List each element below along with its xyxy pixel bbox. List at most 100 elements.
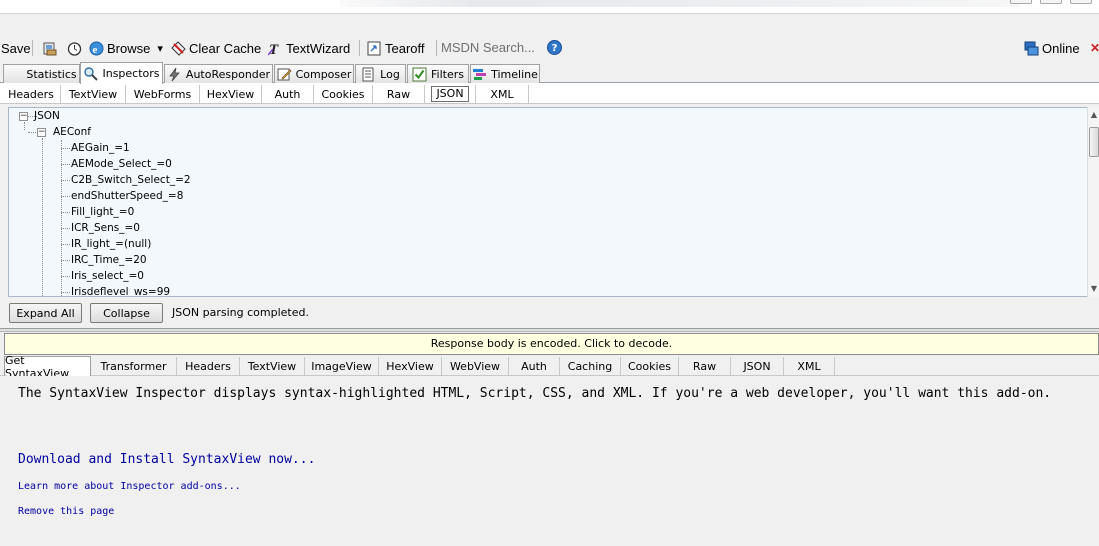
learn-more-link[interactable]: Learn more about Inspector add-ons...	[18, 481, 241, 492]
timer-button[interactable]	[67, 36, 82, 60]
address-text-blur	[340, 0, 1020, 7]
tab-response-caching[interactable]: Caching	[560, 357, 621, 375]
tab-request-textview[interactable]: TextView	[61, 85, 126, 103]
tree-leaf[interactable]: C2B_Switch_Select_=2	[71, 172, 191, 188]
syntaxview-description: The SyntaxView Inspector displays syntax…	[18, 386, 1052, 401]
main-tabbar: Statistics Inspectors AutoResponder Comp…	[0, 62, 1099, 84]
browser-globe-icon: e	[89, 41, 104, 56]
tab-request-auth[interactable]: Auth	[262, 85, 314, 103]
composer-icon	[277, 67, 292, 82]
tab-inspectors[interactable]: Inspectors	[80, 62, 163, 84]
toolbar-separator	[359, 36, 360, 60]
tree-node-aeconf[interactable]: AEConf	[53, 124, 91, 140]
tab-response-json[interactable]: JSON	[731, 357, 784, 375]
tab-statistics-label: Statistics	[26, 67, 77, 81]
network-online-icon	[1024, 41, 1039, 56]
tab-timeline[interactable]: Timeline	[470, 64, 540, 83]
syntaxview-pane: The SyntaxView Inspector displays syntax…	[4, 376, 1099, 546]
online-label: Online	[1042, 40, 1080, 56]
json-status-text: JSON parsing completed.	[172, 306, 309, 319]
request-inspector-tabbar: Headers TextView WebForms HexView Auth C…	[0, 83, 1099, 104]
tab-response-raw[interactable]: Raw	[679, 357, 731, 375]
tab-response-imageview[interactable]: ImageView	[305, 357, 379, 375]
tab-request-json[interactable]: JSON	[425, 85, 476, 103]
camera-icon	[43, 41, 58, 56]
tab-request-raw[interactable]: Raw	[373, 85, 425, 103]
tab-autoresponder-label: AutoResponder	[185, 67, 271, 81]
save-button[interactable]: Save	[1, 36, 31, 60]
help-icon[interactable]: ?	[547, 40, 562, 55]
tab-request-webforms[interactable]: WebForms	[126, 85, 200, 103]
tree-leaf[interactable]: endShutterSpeed_=8	[71, 188, 183, 204]
tab-request-xml[interactable]: XML	[476, 85, 529, 103]
tab-response-cookies[interactable]: Cookies	[621, 357, 679, 375]
tree-leaf[interactable]: IRC_Time_=20	[71, 252, 147, 268]
online-status[interactable]: Online	[1024, 36, 1080, 60]
decode-banner[interactable]: Response body is encoded. Click to decod…	[4, 333, 1099, 355]
log-icon	[361, 67, 376, 82]
tab-response-xml[interactable]: XML	[784, 357, 835, 375]
tree-node-root[interactable]: JSON	[34, 108, 60, 124]
toolbar: Save e Browse ▾ Clear Cache T TextWizard	[0, 36, 1099, 60]
pane-splitter[interactable]	[0, 328, 1099, 332]
tab-request-headers[interactable]: Headers	[2, 85, 61, 103]
browse-dropdown-icon[interactable]: ▾	[157, 42, 163, 55]
tab-response-headers[interactable]: Headers	[177, 357, 240, 375]
tab-inspectors-label: Inspectors	[102, 67, 160, 80]
svg-text:e: e	[93, 44, 98, 56]
tab-composer[interactable]: Composer	[274, 64, 354, 83]
scroll-down-icon[interactable]: ▼	[1089, 283, 1099, 295]
collapse-button[interactable]: Collapse	[90, 303, 163, 323]
tab-log[interactable]: Log	[355, 64, 406, 83]
msdn-search-input[interactable]: MSDN Search...	[441, 38, 541, 58]
textwizard-label: TextWizard	[286, 40, 351, 56]
tab-response-textview[interactable]: TextView	[240, 357, 305, 375]
tab-response-auth[interactable]: Auth	[509, 357, 560, 375]
tab-response-hexview[interactable]: HexView	[379, 357, 442, 375]
expand-toggle-json[interactable]: −	[19, 112, 28, 121]
maximize-button[interactable]	[1040, 0, 1062, 4]
clear-cache-icon	[171, 40, 186, 56]
tree-leaf[interactable]: ICR_Sens_=0	[71, 220, 140, 236]
textwizard-button[interactable]: T TextWizard	[267, 36, 351, 60]
json-tree[interactable]: − JSON − AEConf AEGain_=1 AEMode_Select_…	[8, 107, 1088, 297]
tab-response-get-syntaxview[interactable]: Get SyntaxView	[4, 354, 91, 380]
minimize-button[interactable]	[1010, 0, 1032, 4]
tree-leaf[interactable]: Fill_light_=0	[71, 204, 134, 220]
camera-button[interactable]	[43, 36, 58, 60]
tab-autoresponder[interactable]: AutoResponder	[164, 64, 273, 83]
tab-statistics[interactable]: Statistics	[3, 64, 80, 83]
expand-toggle-aeconf[interactable]: −	[37, 128, 46, 137]
scroll-thumb[interactable]	[1089, 127, 1099, 157]
lightning-icon	[167, 67, 182, 82]
tree-leaf[interactable]: AEGain_=1	[71, 140, 130, 156]
clear-cache-button[interactable]: Clear Cache	[171, 36, 261, 60]
close-icon[interactable]: ✕	[1090, 36, 1099, 60]
tree-scrollbar[interactable]: ▲ ▼	[1087, 107, 1099, 297]
tab-filters[interactable]: Filters	[407, 64, 469, 83]
tab-response-transformer[interactable]: Transformer	[91, 357, 177, 375]
tree-leaf[interactable]: AEMode_Select_=0	[71, 156, 172, 172]
title-strip	[0, 0, 1099, 14]
browse-button[interactable]: e Browse ▾	[89, 36, 163, 60]
remove-page-link[interactable]: Remove this page	[18, 506, 114, 517]
expand-all-button[interactable]: Expand All	[9, 303, 82, 323]
tab-request-cookies[interactable]: Cookies	[314, 85, 373, 103]
tree-leaf[interactable]: Iris_select_=0	[71, 268, 144, 284]
tab-response-webview[interactable]: WebView	[442, 357, 509, 375]
scroll-up-icon[interactable]: ▲	[1089, 109, 1099, 121]
checkbox-icon	[412, 67, 427, 82]
toolbar-separator	[32, 36, 33, 60]
tab-request-hexview[interactable]: HexView	[200, 85, 262, 103]
window-close-button[interactable]	[1070, 0, 1092, 4]
toolbar-separator	[436, 36, 437, 60]
tree-leaf[interactable]: Irisdeflevel_ws=99	[71, 284, 170, 296]
svg-text:T: T	[269, 42, 279, 56]
download-syntaxview-link[interactable]: Download and Install SyntaxView now...	[18, 452, 315, 467]
clear-cache-label: Clear Cache	[189, 40, 262, 56]
tab-timeline-label: Timeline	[491, 67, 538, 81]
tree-leaf[interactable]: IR_light_=(null)	[71, 236, 151, 252]
tearoff-button[interactable]: Tearoff	[367, 36, 425, 60]
tab-log-label: Log	[380, 67, 400, 81]
response-inspector-tabbar: Get SyntaxView Transformer Headers TextV…	[0, 354, 1099, 380]
